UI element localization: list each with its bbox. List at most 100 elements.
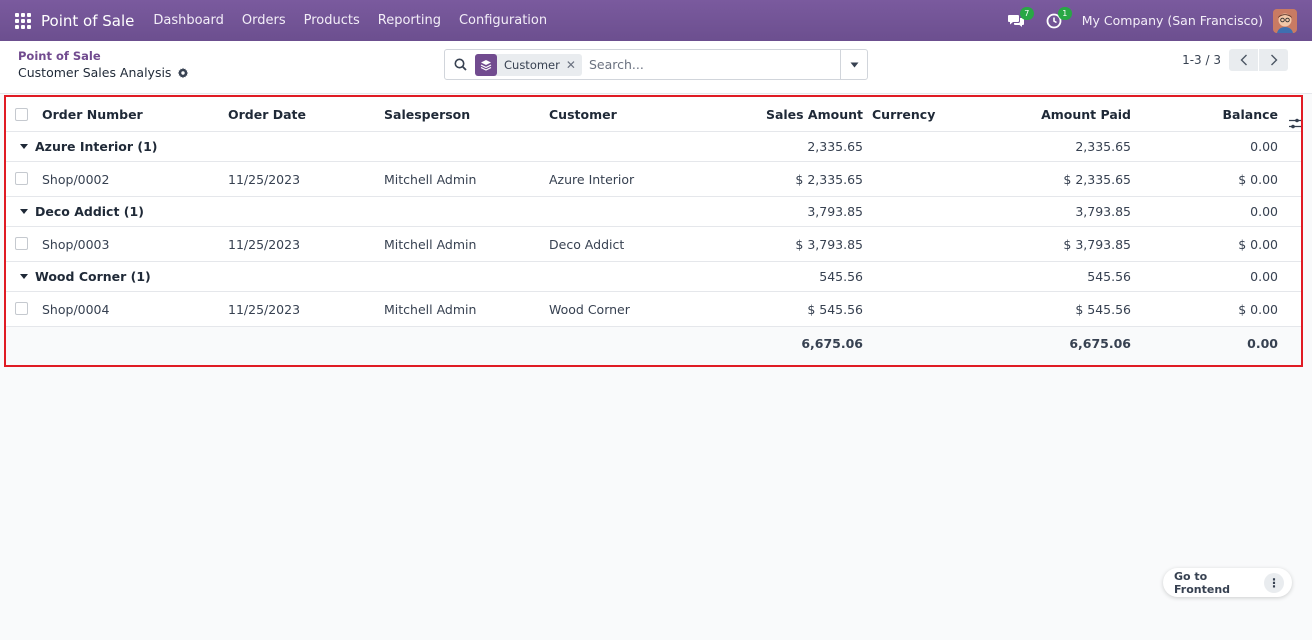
total-amount-paid: 6,675.06 <box>1069 336 1131 351</box>
select-all-checkbox[interactable] <box>15 108 28 121</box>
sales-table: Order Number Order Date Salesperson Cust… <box>6 97 1301 365</box>
balance: $ 0.00 <box>1238 302 1278 317</box>
group-header: Wood Corner (1) <box>20 262 151 292</box>
order-date: 11/25/2023 <box>228 302 301 317</box>
sliders-icon <box>1289 118 1301 129</box>
column-amount-paid[interactable]: Amount Paid <box>976 97 1131 132</box>
order-number: Shop/0002 <box>42 172 110 187</box>
table-row[interactable]: Shop/0004 11/25/2023 Mitchell Admin Wood… <box>6 292 1301 327</box>
sales-amount: $ 2,335.65 <box>795 172 863 187</box>
systray: 7 1 My Company (San Francisco) <box>1006 0 1312 41</box>
go-to-frontend-button[interactable]: Go to Frontend <box>1163 570 1264 596</box>
sales-amount: $ 3,793.85 <box>795 237 863 252</box>
table-footer-totals: 6,675.06 6,675.06 0.00 <box>6 327 1301 365</box>
caret-down-icon <box>20 209 28 214</box>
group-balance: 0.00 <box>1250 139 1278 154</box>
column-salesperson[interactable]: Salesperson <box>384 97 470 132</box>
main-menu: Dashboard Orders Products Reporting Conf… <box>144 0 556 41</box>
group-amount-paid: 3,793.85 <box>1075 204 1131 219</box>
menu-configuration[interactable]: Configuration <box>450 0 556 41</box>
control-panel: Point of Sale Customer Sales Analysis Cu… <box>0 41 1312 94</box>
activities-button[interactable]: 1 <box>1044 6 1072 31</box>
column-order-number[interactable]: Order Number <box>42 97 143 132</box>
pager: 1-3 / 3 <box>1182 49 1288 71</box>
search-icon[interactable] <box>445 58 475 71</box>
column-sales-amount[interactable]: Sales Amount <box>706 97 863 132</box>
menu-products[interactable]: Products <box>295 0 369 41</box>
search-bar: Customer ✕ <box>444 49 868 80</box>
amount-paid: $ 3,793.85 <box>1063 237 1131 252</box>
customer: Wood Corner <box>549 302 630 317</box>
caret-down-icon <box>850 62 858 67</box>
search-options-toggle[interactable] <box>840 50 867 79</box>
sales-list-view: Order Number Order Date Salesperson Cust… <box>4 95 1303 367</box>
group-amount-paid: 2,335.65 <box>1075 139 1131 154</box>
user-avatar-icon <box>1273 8 1297 33</box>
breadcrumb-current: Customer Sales Analysis <box>18 65 189 80</box>
group-by-layers-icon <box>475 53 497 76</box>
menu-dashboard[interactable]: Dashboard <box>144 0 233 41</box>
facet-label: Customer <box>504 57 560 72</box>
search-facet-customer[interactable]: Customer ✕ <box>475 53 582 76</box>
group-amount-paid: 545.56 <box>1087 269 1131 284</box>
menu-orders[interactable]: Orders <box>233 0 295 41</box>
group-row-deco-addict[interactable]: Deco Addict (1) 3,793.85 3,793.85 0.00 <box>6 197 1301 227</box>
group-name: Azure Interior (1) <box>35 139 158 154</box>
customer: Deco Addict <box>549 237 625 252</box>
messages-button[interactable]: 7 <box>1006 6 1034 31</box>
amount-paid: $ 545.56 <box>1075 302 1131 317</box>
order-number: Shop/0003 <box>42 237 110 252</box>
row-checkbox[interactable] <box>15 172 28 185</box>
total-balance: 0.00 <box>1247 336 1278 351</box>
group-sales-amount: 2,335.65 <box>807 139 863 154</box>
facet-remove-icon[interactable]: ✕ <box>566 58 582 72</box>
go-to-frontend-widget: Go to Frontend ⋮ <box>1163 568 1292 597</box>
balance: $ 0.00 <box>1238 172 1278 187</box>
group-name: Deco Addict (1) <box>35 204 144 219</box>
search-input[interactable] <box>588 57 829 72</box>
column-balance[interactable]: Balance <box>1146 97 1278 132</box>
pager-next-button[interactable] <box>1259 49 1288 71</box>
total-sales-amount: 6,675.06 <box>801 336 863 351</box>
chevron-right-icon <box>1270 54 1277 66</box>
row-checkbox[interactable] <box>15 302 28 315</box>
amount-paid: $ 2,335.65 <box>1063 172 1131 187</box>
column-currency[interactable]: Currency <box>872 97 935 132</box>
more-options-icon[interactable]: ⋮ <box>1264 572 1284 593</box>
salesperson: Mitchell Admin <box>384 237 477 252</box>
top-navbar: Point of Sale Dashboard Orders Products … <box>0 0 1312 41</box>
row-checkbox[interactable] <box>15 237 28 250</box>
pager-value[interactable]: 1-3 / 3 <box>1182 53 1221 67</box>
messages-count-badge: 7 <box>1019 6 1034 20</box>
app-brand[interactable]: Point of Sale <box>41 12 134 30</box>
caret-down-icon <box>20 274 28 279</box>
order-date: 11/25/2023 <box>228 172 301 187</box>
apps-menu-icon[interactable] <box>15 12 31 29</box>
group-balance: 0.00 <box>1250 269 1278 284</box>
gear-icon[interactable] <box>177 67 189 79</box>
page-title: Customer Sales Analysis <box>18 65 172 80</box>
order-number: Shop/0004 <box>42 302 110 317</box>
group-header: Deco Addict (1) <box>20 197 144 227</box>
group-header: Azure Interior (1) <box>20 132 158 162</box>
company-switcher[interactable]: My Company (San Francisco) <box>1082 13 1263 28</box>
column-customer[interactable]: Customer <box>549 97 617 132</box>
table-row[interactable]: Shop/0002 11/25/2023 Mitchell Admin Azur… <box>6 162 1301 197</box>
group-row-wood-corner[interactable]: Wood Corner (1) 545.56 545.56 0.00 <box>6 262 1301 292</box>
sales-amount: $ 545.56 <box>807 302 863 317</box>
salesperson: Mitchell Admin <box>384 172 477 187</box>
group-balance: 0.00 <box>1250 204 1278 219</box>
column-order-date[interactable]: Order Date <box>228 97 306 132</box>
group-row-azure-interior[interactable]: Azure Interior (1) 2,335.65 2,335.65 0.0… <box>6 132 1301 162</box>
table-header: Order Number Order Date Salesperson Cust… <box>6 97 1301 132</box>
pager-previous-button[interactable] <box>1229 49 1258 71</box>
order-date: 11/25/2023 <box>228 237 301 252</box>
caret-down-icon <box>20 144 28 149</box>
menu-reporting[interactable]: Reporting <box>369 0 450 41</box>
table-row[interactable]: Shop/0003 11/25/2023 Mitchell Admin Deco… <box>6 227 1301 262</box>
breadcrumb-parent[interactable]: Point of Sale <box>18 49 101 63</box>
group-sales-amount: 3,793.85 <box>807 204 863 219</box>
user-avatar[interactable] <box>1273 8 1297 33</box>
group-sales-amount: 545.56 <box>819 269 863 284</box>
balance: $ 0.00 <box>1238 237 1278 252</box>
